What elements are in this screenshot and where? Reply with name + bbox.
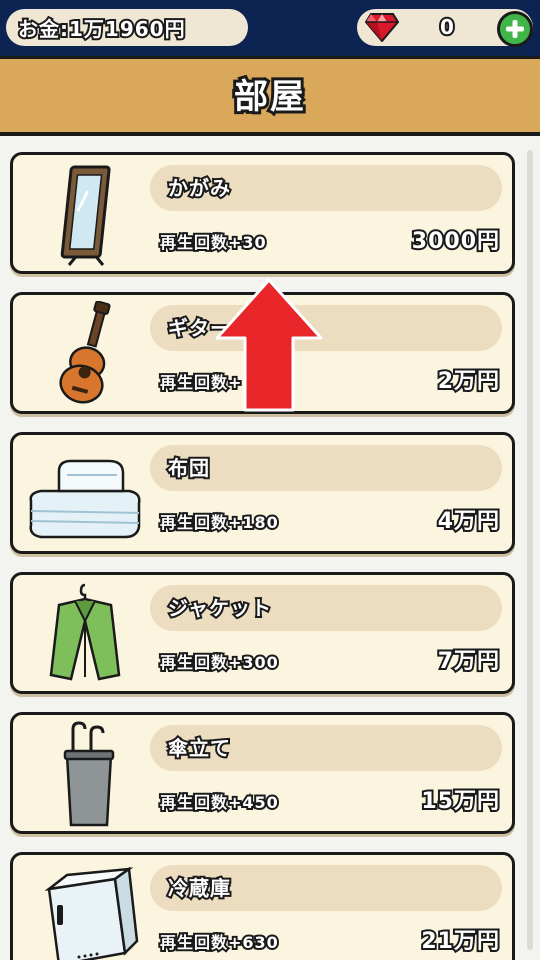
item-price-button[interactable]: 4万円 (436, 507, 501, 537)
top-status-bar: お金:1万1960円 0 (0, 0, 540, 56)
add-gems-button[interactable] (497, 11, 533, 47)
scrollbar[interactable] (527, 150, 533, 950)
item-price-button[interactable]: 7万円 (436, 647, 501, 677)
item-name-pill: 冷蔵庫 (150, 865, 502, 911)
item-price-button[interactable]: 2万円 (436, 367, 501, 397)
item-price-button[interactable]: 3000円 (410, 227, 501, 257)
gem-count: 0 (438, 13, 456, 41)
mirror-icon (60, 165, 111, 266)
item-name-pill: ジャケット (150, 585, 502, 631)
fridge-icon (44, 866, 139, 960)
item-list[interactable]: かがみ 再生回数+30 3000円 ギター 再生回数+ 2万円 布団 再生回数+… (0, 140, 540, 960)
item-price-button[interactable]: 15万円 (419, 787, 501, 817)
item-name-pill: 布団 (150, 445, 502, 491)
item-name: 傘立て (166, 734, 232, 762)
list-item[interactable]: 傘立て 再生回数+450 15万円 (10, 712, 515, 834)
item-plays: 再生回数+180 (158, 511, 280, 534)
up-arrow-icon (215, 278, 323, 412)
item-name: 冷蔵庫 (166, 874, 232, 902)
money-display: お金:1万1960円 (6, 9, 248, 46)
umbrella-stand-icon (63, 721, 115, 827)
item-name-pill: 傘立て (150, 725, 502, 771)
item-name: かがみ (166, 174, 232, 202)
item-name-pill: かがみ (150, 165, 502, 211)
item-name: 布団 (166, 454, 211, 482)
list-item[interactable]: かがみ 再生回数+30 3000円 (10, 152, 515, 274)
list-item[interactable]: ジャケット 再生回数+300 7万円 (10, 572, 515, 694)
item-plays: 再生回数+30 (158, 231, 268, 254)
list-item[interactable]: 布団 再生回数+180 4万円 (10, 432, 515, 554)
item-plays: 再生回数+300 (158, 651, 280, 674)
item-name: ジャケット (166, 594, 273, 622)
page-title: 部屋 (231, 74, 307, 120)
title-banner: 部屋 (0, 56, 540, 136)
ruby-gem-icon (365, 13, 399, 42)
money-text: お金:1万1960円 (16, 15, 187, 43)
item-plays: 再生回数+630 (158, 931, 280, 954)
futon-icon (29, 459, 141, 539)
list-item[interactable]: 冷蔵庫 再生回数+630 21万円 (10, 852, 515, 960)
item-plays: 再生回数+450 (158, 791, 280, 814)
jacket-icon (49, 583, 121, 681)
item-name-pill: ギター (150, 305, 502, 351)
item-price-button[interactable]: 21万円 (419, 927, 501, 957)
guitar-icon (59, 301, 111, 404)
